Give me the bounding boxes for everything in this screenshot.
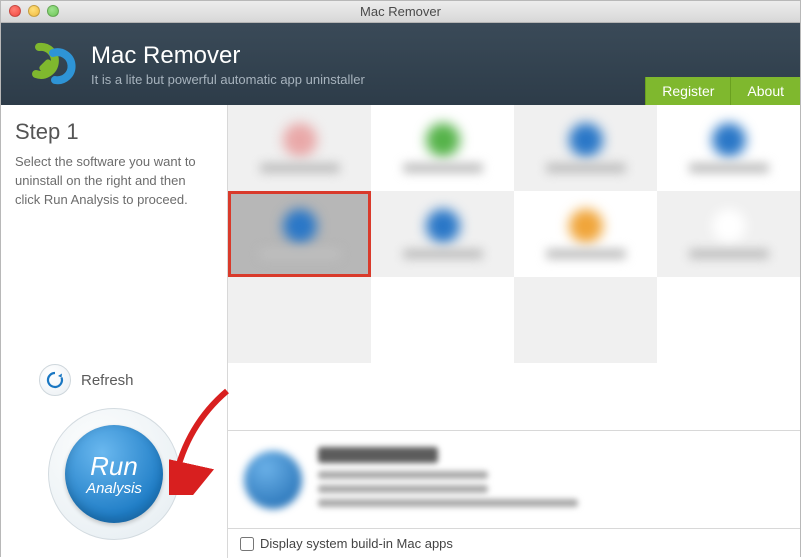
detail-line (318, 471, 488, 479)
refresh-button[interactable]: Refresh (39, 364, 213, 396)
app-icon (283, 123, 317, 157)
app-label (403, 249, 483, 259)
refresh-label: Refresh (81, 372, 134, 389)
app-label (546, 163, 626, 173)
app-label (403, 163, 483, 173)
app-title: Mac Remover (91, 42, 365, 70)
window-title: Mac Remover (360, 4, 441, 19)
app-label (260, 163, 340, 173)
app-cell[interactable] (228, 277, 371, 363)
app-header: Mac Remover It is a lite but powerful au… (1, 23, 800, 105)
app-label (689, 163, 769, 173)
app-icon (426, 209, 460, 243)
app-cell[interactable] (514, 191, 657, 277)
app-label (260, 249, 340, 259)
app-icon (712, 123, 746, 157)
titlebar: Mac Remover (1, 1, 800, 23)
app-cell[interactable] (514, 105, 657, 191)
app-cell[interactable] (228, 105, 371, 191)
app-cell[interactable] (657, 277, 800, 363)
app-label (689, 249, 769, 259)
display-system-apps-checkbox[interactable] (240, 537, 254, 551)
display-system-apps-label: Display system build-in Mac apps (260, 536, 453, 551)
window-controls (9, 5, 59, 17)
run-analysis-wrap: Run Analysis (15, 408, 213, 540)
main-panel: Display system build-in Mac apps (228, 105, 800, 558)
app-cell[interactable] (371, 277, 514, 363)
app-body: Step 1 Select the software you want to u… (1, 105, 800, 558)
app-cell[interactable] (657, 191, 800, 277)
zoom-icon[interactable] (47, 5, 59, 17)
app-window: Mac Remover Mac Remover It is a lite but… (0, 0, 801, 557)
app-icon (569, 209, 603, 243)
detail-text (318, 447, 578, 513)
app-cell[interactable] (514, 277, 657, 363)
run-analysis-core: Run Analysis (65, 425, 163, 523)
detail-panel (228, 430, 800, 528)
app-icon (426, 123, 460, 157)
app-cell[interactable] (657, 105, 800, 191)
footer-bar: Display system build-in Mac apps (228, 528, 800, 558)
app-label (546, 249, 626, 259)
app-logo-icon (19, 35, 77, 93)
app-icon (283, 209, 317, 243)
refresh-icon (39, 364, 71, 396)
detail-line (318, 499, 578, 507)
run-label-1: Run (65, 453, 163, 479)
about-button[interactable]: About (730, 77, 800, 105)
register-button[interactable]: Register (645, 77, 730, 105)
app-cell[interactable] (371, 105, 514, 191)
app-subtitle: It is a lite but powerful automatic app … (91, 72, 365, 87)
app-icon (569, 123, 603, 157)
step-title: Step 1 (15, 119, 213, 145)
detail-app-icon (244, 451, 302, 509)
app-icon (712, 209, 746, 243)
minimize-icon[interactable] (28, 5, 40, 17)
app-cell[interactable] (228, 191, 371, 277)
sidebar: Step 1 Select the software you want to u… (1, 105, 228, 558)
header-buttons: Register About (645, 77, 800, 105)
app-cell[interactable] (371, 191, 514, 277)
run-analysis-button[interactable]: Run Analysis (48, 408, 180, 540)
close-icon[interactable] (9, 5, 21, 17)
run-label-2: Analysis (65, 481, 163, 496)
header-text: Mac Remover It is a lite but powerful au… (91, 42, 365, 87)
step-instructions: Select the software you want to uninstal… (15, 153, 213, 210)
detail-app-name (318, 447, 438, 463)
app-grid (228, 105, 800, 430)
detail-line (318, 485, 488, 493)
